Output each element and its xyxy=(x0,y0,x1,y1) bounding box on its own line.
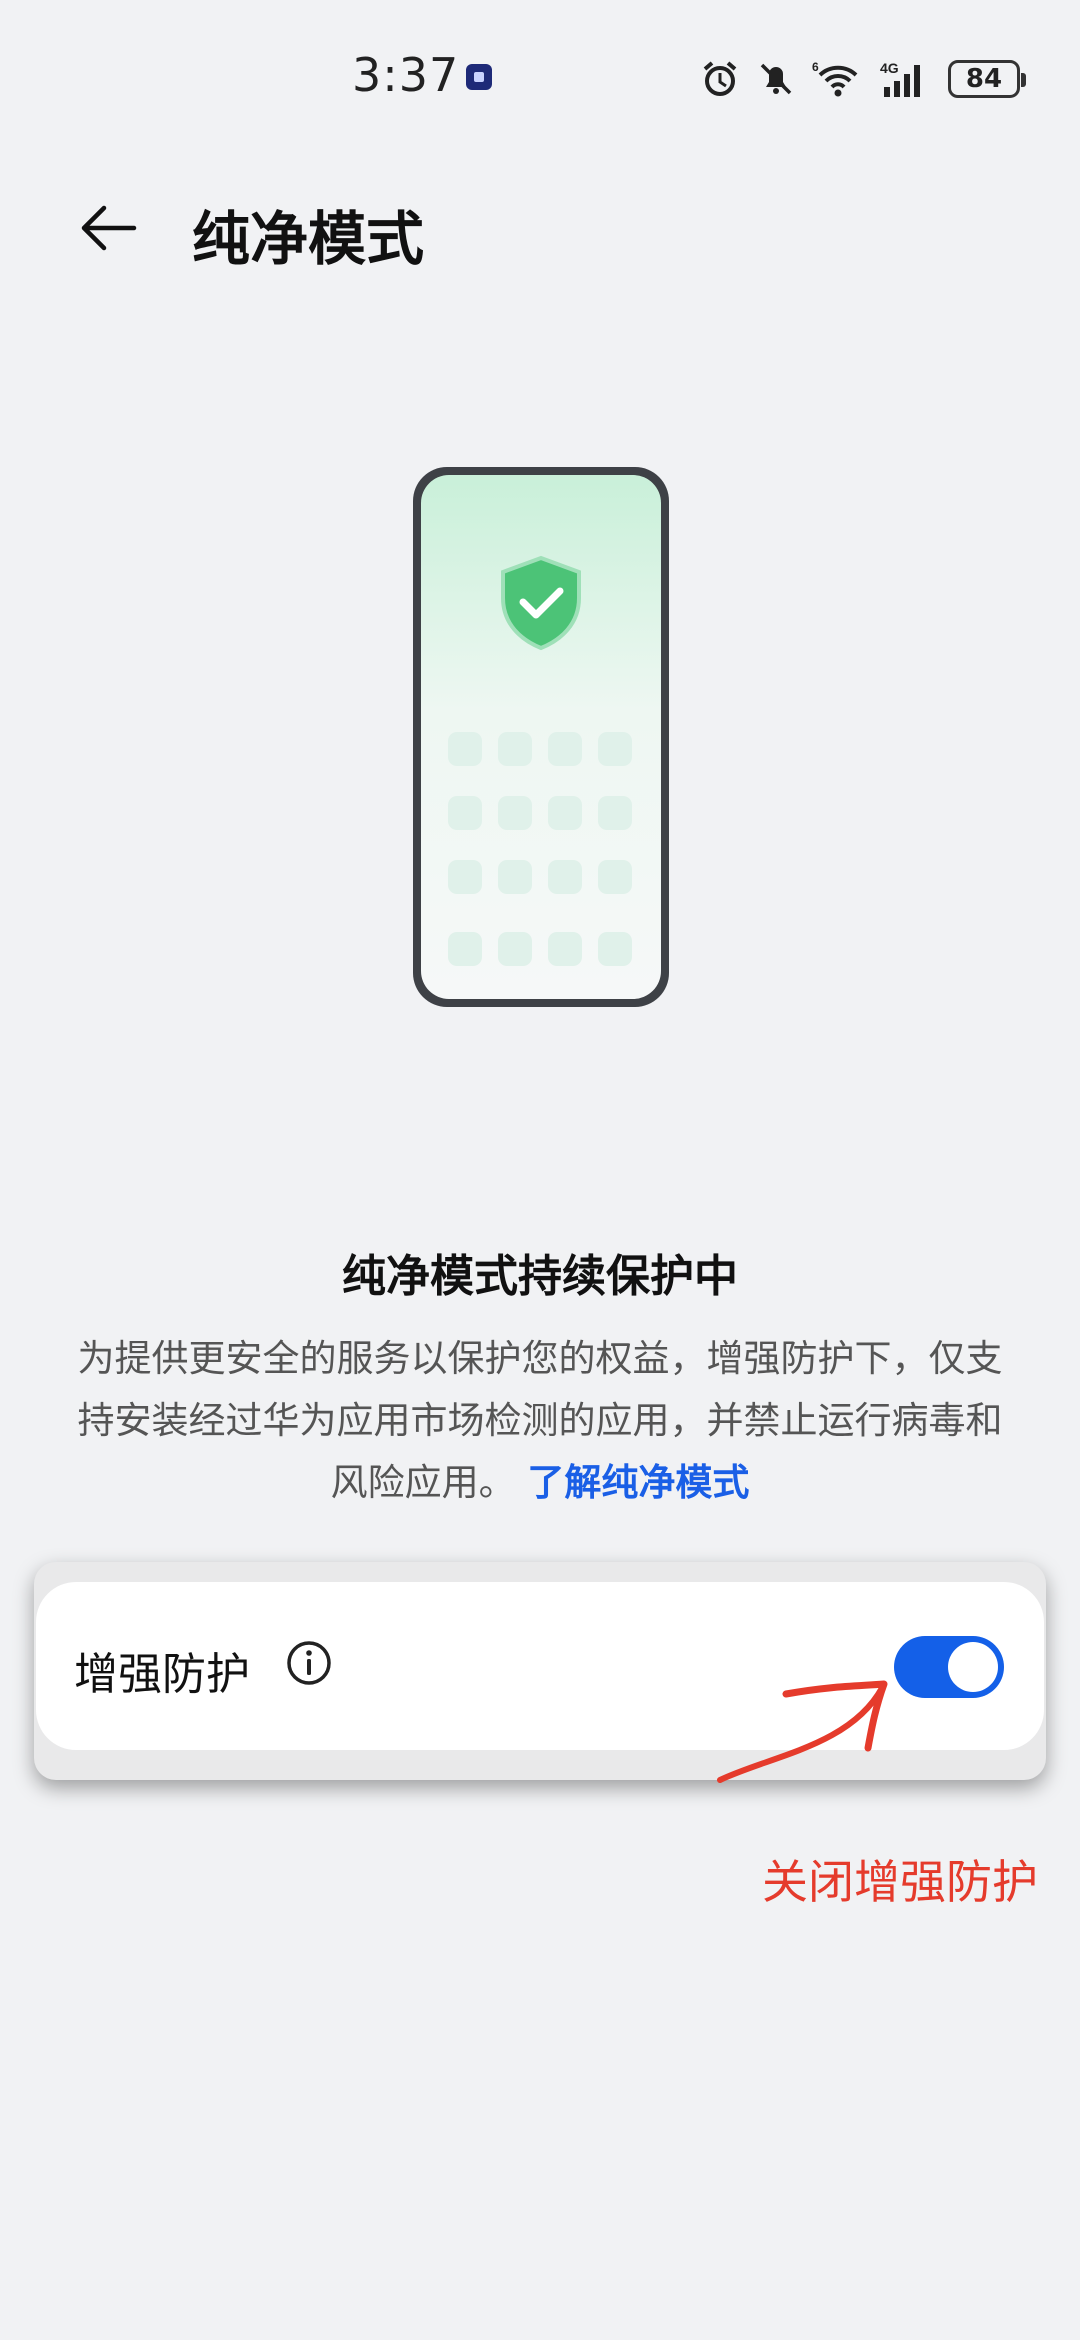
battery-indicator: 84 xyxy=(948,60,1026,98)
protection-status-title: 纯净模式持续保护中 xyxy=(342,1251,738,1302)
notification-app-icon xyxy=(466,64,492,90)
page-title: 纯净模式 xyxy=(192,205,425,273)
back-button[interactable] xyxy=(68,188,148,268)
wifi-icon: 6 xyxy=(812,59,864,99)
cellular-signal-icon: 4G xyxy=(880,59,932,99)
arrow-left-icon xyxy=(81,205,137,251)
annotation-label: 关闭增强防护 xyxy=(762,1855,1038,1909)
status-time: 3:37 xyxy=(352,48,460,102)
learn-more-link[interactable]: 了解纯净模式 xyxy=(527,1461,749,1504)
enhanced-protection-label: 增强防护 xyxy=(74,1649,250,1700)
bell-muted-icon xyxy=(756,59,796,99)
info-icon[interactable] xyxy=(286,1640,332,1686)
network-label: 4G xyxy=(880,60,899,76)
protection-description: 为提供更安全的服务以保护您的权益，增强防护下，仅支持安装经过华为应用市场检测的应… xyxy=(70,1328,1010,1514)
screen: 3:37 6 4G 84 纯净模式 纯净模式持续保护中 为提供更安全的服务以保护… xyxy=(0,0,1080,2340)
status-icons: 6 4G 84 xyxy=(684,54,1026,104)
annotation-arrow-icon xyxy=(717,1680,888,1783)
wifi-label: 6 xyxy=(812,60,819,74)
header: 纯净模式 xyxy=(0,160,1080,290)
phone-illustration xyxy=(412,466,670,1008)
enhanced-protection-toggle[interactable] xyxy=(894,1636,1004,1698)
alarm-icon xyxy=(700,59,740,99)
toggle-knob xyxy=(948,1642,998,1692)
status-bar: 3:37 6 4G 84 xyxy=(0,0,1080,150)
